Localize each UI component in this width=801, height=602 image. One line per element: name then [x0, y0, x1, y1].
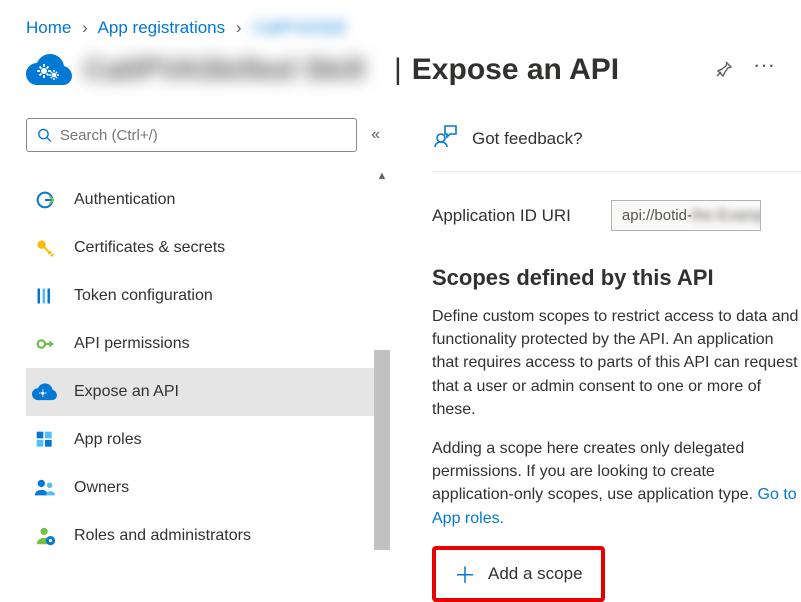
scroll-up-icon[interactable]: ▲: [374, 170, 390, 182]
sidebar-item-label: Expose an API: [74, 383, 179, 401]
sidebar-nav: Authentication Certificates & secrets To…: [26, 176, 376, 560]
sidebar-item-label: Certificates & secrets: [74, 239, 225, 257]
search-icon: [37, 127, 52, 143]
feedback-link[interactable]: Got feedback?: [472, 129, 583, 149]
sidebar-item-api-permissions[interactable]: API permissions: [26, 320, 376, 368]
sidebar-scrollbar[interactable]: ▲: [374, 170, 390, 550]
cloud-gear-icon: [26, 52, 74, 88]
search-input-wrap[interactable]: [26, 118, 357, 152]
application-id-uri-label: Application ID URI: [432, 206, 571, 226]
page-title-section: Expose an API: [412, 53, 619, 87]
scopes-description-1: Define custom scopes to restrict access …: [432, 305, 801, 421]
key-icon: [32, 235, 58, 261]
collapse-sidebar-icon[interactable]: «: [371, 126, 376, 144]
sidebar-item-label: API permissions: [74, 335, 190, 353]
sidebar-item-label: App roles: [74, 431, 142, 449]
sidebar-item-owners[interactable]: Owners: [26, 464, 376, 512]
chevron-right-icon: ›: [236, 18, 242, 37]
page-header: CaliPVASkilled Skill | Expose an API ···: [0, 48, 801, 100]
add-scope-highlight: ＋ Add a scope: [432, 546, 605, 602]
sidebar-item-label: Owners: [74, 479, 129, 497]
add-scope-label: Add a scope: [488, 564, 583, 584]
sidebar-item-certificates-secrets[interactable]: Certificates & secrets: [26, 224, 376, 272]
token-config-icon: [32, 283, 58, 309]
authentication-icon: [32, 187, 58, 213]
sidebar-item-authentication[interactable]: Authentication: [26, 176, 376, 224]
breadcrumb-home[interactable]: Home: [26, 18, 71, 37]
left-sidebar: « Authentication Certificates & secrets …: [26, 118, 376, 602]
sidebar-item-expose-api[interactable]: Expose an API: [26, 368, 376, 416]
roles-admins-icon: [32, 523, 58, 549]
breadcrumb-app-name[interactable]: CaliPVASkill: [252, 18, 345, 37]
owners-icon: [32, 475, 58, 501]
sidebar-item-label: Roles and administrators: [74, 527, 251, 545]
application-id-uri-value[interactable]: api://botid-the-Exampl: [611, 200, 761, 231]
app-roles-icon: [32, 427, 58, 453]
sidebar-item-label: Authentication: [74, 191, 175, 209]
title-separator: |: [394, 53, 402, 87]
plus-icon: ＋: [454, 558, 476, 590]
scopes-heading: Scopes defined by this API: [432, 265, 801, 291]
sidebar-item-token-configuration[interactable]: Token configuration: [26, 272, 376, 320]
application-id-uri-row: Application ID URI api://botid-the-Examp…: [432, 200, 801, 231]
pin-icon[interactable]: [715, 60, 733, 81]
more-icon[interactable]: ···: [753, 60, 775, 81]
breadcrumb-app-registrations[interactable]: App registrations: [98, 18, 226, 37]
feedback-icon[interactable]: [432, 124, 458, 153]
chevron-right-icon: ›: [82, 18, 88, 37]
scopes-description-2: Adding a scope here creates only delegat…: [432, 437, 801, 530]
sidebar-item-roles-administrators[interactable]: Roles and administrators: [26, 512, 376, 560]
scrollbar-thumb[interactable]: [374, 350, 390, 550]
main-content: Got feedback? Application ID URI api://b…: [376, 118, 801, 602]
api-permissions-icon: [32, 331, 58, 357]
sidebar-item-label: Token configuration: [74, 287, 213, 305]
sidebar-item-app-roles[interactable]: App roles: [26, 416, 376, 464]
page-title-app-name: CaliPVASkilled Skill: [84, 53, 384, 87]
expose-api-icon: [32, 379, 58, 405]
add-scope-button[interactable]: ＋ Add a scope: [436, 550, 601, 598]
search-input[interactable]: [60, 127, 346, 144]
breadcrumb: Home › App registrations › CaliPVASkill: [0, 0, 801, 48]
